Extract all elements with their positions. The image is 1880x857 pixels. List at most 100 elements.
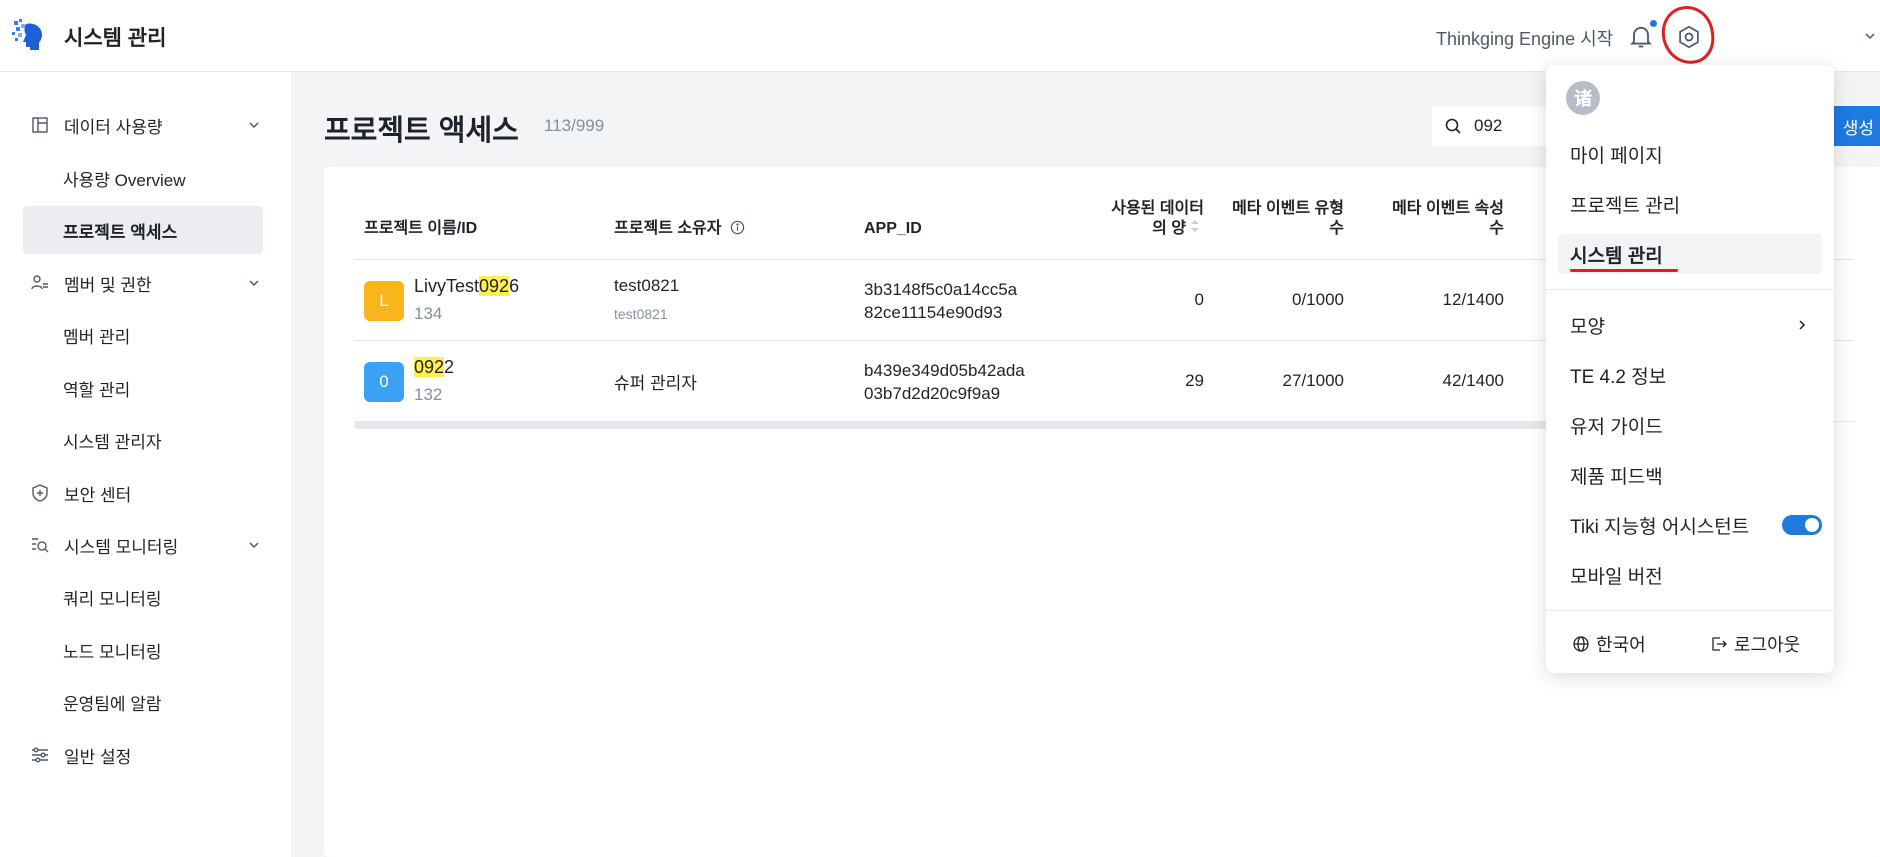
meta-prop-value: 12/1400 [1442, 290, 1504, 309]
notification-dot [1650, 20, 1657, 27]
meta-type-value: 0/1000 [1292, 290, 1344, 309]
menu-divider [1546, 610, 1834, 611]
project-owner: 슈퍼 관리자 [614, 374, 697, 393]
col-meta-type-line1: 메타 이벤트 유형 [1232, 200, 1344, 217]
sidebar-item-system-admin[interactable]: 시스템 관리자 [23, 416, 263, 464]
tiki-toggle[interactable] [1782, 515, 1822, 535]
menu-item-appearance-label: 모양 [1570, 316, 1605, 338]
project-name[interactable]: LivyTest0926 [414, 276, 519, 297]
language-label: 한국어 [1596, 635, 1646, 655]
menu-item-project-mgmt[interactable]: 프로젝트 관리 [1558, 184, 1822, 224]
project-name-prefix: LivyTest [414, 276, 480, 296]
logout-icon [1712, 637, 1727, 651]
project-id: 134 [414, 304, 443, 323]
col-data-used-line2: 의 양 [1152, 220, 1186, 237]
menu-item-system-mgmt[interactable]: 시스템 관리 [1558, 234, 1822, 274]
col-data-used-line1: 사용된 데이터 [1111, 200, 1204, 217]
project-avatar: 0 [364, 362, 404, 402]
chevron-down-icon[interactable] [1864, 30, 1876, 42]
project-owner-sub: test0821 [614, 306, 668, 322]
sidebar-item-member-mgmt[interactable]: 멤버 관리 [23, 311, 263, 359]
project-name[interactable]: 0922 [414, 357, 454, 378]
col-meta-event-type: 메타 이벤트 유형 수 [1214, 199, 1344, 239]
app-id: b439e349d05b42ada 03b7d2d20c9f9a9 [864, 359, 1025, 405]
search-icon [1445, 118, 1461, 134]
app-id-line1: 3b3148f5c0a14cc5a [864, 280, 1018, 299]
col-owner-label: 프로젝트 소유자 [614, 220, 722, 237]
users-icon [31, 275, 48, 290]
logout-label: 로그아웃 [1734, 635, 1801, 655]
col-data-used[interactable]: 사용된 데이터 의 양 [1074, 199, 1204, 239]
sidebar-group-label: 일반 설정 [64, 747, 132, 767]
col-meta-prop-line1: 메타 이벤트 속성 [1392, 200, 1504, 217]
sidebar-item-query-monitoring[interactable]: 쿼리 모니터링 [23, 573, 263, 621]
chevron-right-icon [1799, 320, 1806, 330]
sidebar-item-node-monitoring[interactable]: 노드 모니터링 [23, 626, 263, 674]
sidebar-group-label: 멤버 및 권한 [64, 275, 152, 295]
sliders-icon [32, 747, 48, 763]
sidebar-item-ops-alarm[interactable]: 운영팀에 알람 [23, 678, 263, 726]
meta-prop-value: 42/1400 [1442, 371, 1504, 390]
sidebar-group-label: 보안 센터 [64, 485, 132, 505]
sidebar: 데이터 사용량 사용량 Overview 프로젝트 액세스 멤버 및 권한 멤버… [0, 72, 293, 857]
app-id-line2: 82ce11154e90d93 [864, 303, 1003, 322]
sidebar-group-data-usage[interactable]: 데이터 사용량 [30, 105, 260, 145]
globe-icon [1573, 636, 1589, 652]
search-highlight: 092 [479, 276, 510, 296]
sidebar-group-label: 데이터 사용량 [64, 117, 163, 137]
search-value: 092 [1474, 116, 1503, 135]
project-owner: test0821 [614, 276, 680, 295]
sidebar-group-members[interactable]: 멤버 및 권한 [30, 263, 260, 303]
menu-item-feedback[interactable]: 제품 피드백 [1558, 455, 1822, 495]
col-meta-prop-line2: 수 [1489, 220, 1504, 237]
sort-icon[interactable] [1190, 219, 1200, 233]
col-project-name: 프로젝트 이름/ID [364, 220, 478, 237]
menu-item-appearance[interactable]: 모양 [1558, 305, 1822, 345]
monitor-search-icon [32, 538, 49, 553]
data-used-value: 29 [1185, 371, 1204, 390]
annotation-underline [1570, 269, 1678, 272]
sidebar-item-usage-overview[interactable]: 사용량 Overview [23, 154, 263, 202]
app-id-line1: b439e349d05b42ada [864, 361, 1025, 380]
menu-item-my-page[interactable]: 마이 페이지 [1558, 134, 1822, 174]
sidebar-group-general-settings[interactable]: 일반 설정 [30, 735, 260, 775]
user-dropdown-menu: 诸 마이 페이지 프로젝트 관리 시스템 관리 모양 TE 4.2 정보 유저 … [1546, 65, 1834, 673]
app-id: 3b3148f5c0a14cc5a 82ce11154e90d93 [864, 278, 1017, 324]
language-selector[interactable]: 한국어 [1572, 629, 1646, 659]
project-id: 132 [414, 385, 443, 404]
brain-logo-icon [12, 19, 42, 50]
project-count: 113/999 [544, 116, 605, 135]
menu-item-tiki-assistant[interactable]: Tiki 지능형 어시스턴트 [1558, 505, 1822, 545]
info-icon[interactable] [730, 220, 745, 235]
annotation-circle [1659, 3, 1717, 67]
app-title: 시스템 관리 [64, 27, 167, 50]
col-meta-type-line2: 수 [1329, 220, 1344, 237]
project-name-suffix: 6 [509, 276, 520, 296]
shield-icon [32, 484, 48, 502]
menu-divider [1546, 289, 1834, 290]
sidebar-item-project-access[interactable]: 프로젝트 액세스 [23, 206, 263, 254]
sidebar-group-label: 시스템 모니터링 [64, 537, 179, 557]
menu-item-mobile[interactable]: 모바일 버전 [1558, 555, 1822, 595]
menu-item-user-guide[interactable]: 유저 가이드 [1558, 405, 1822, 445]
col-project-owner: 프로젝트 소유자 [614, 219, 745, 239]
chevron-down-icon [249, 122, 259, 129]
sidebar-item-role-mgmt[interactable]: 역할 관리 [23, 364, 263, 412]
sidebar-group-monitoring[interactable]: 시스템 모니터링 [30, 525, 260, 565]
menu-item-tiki-label: Tiki 지능형 어시스턴트 [1570, 516, 1750, 538]
user-avatar: 诸 [1566, 81, 1600, 115]
sidebar-group-security[interactable]: 보안 센터 [30, 473, 260, 513]
project-avatar: L [364, 281, 404, 321]
col-meta-event-prop: 메타 이벤트 속성 수 [1354, 199, 1504, 239]
project-name-suffix: 2 [444, 357, 455, 377]
horizontal-scrollbar[interactable] [354, 421, 1554, 429]
top-header: 시스템 관리 Thinkging Engine 시작 [0, 0, 1880, 72]
start-engine-link[interactable]: Thinkging Engine 시작 [1436, 25, 1613, 51]
meta-type-value: 27/1000 [1282, 371, 1344, 390]
menu-item-te-info[interactable]: TE 4.2 정보 [1558, 355, 1822, 395]
col-app-id: APP_ID [864, 220, 922, 237]
search-highlight: 092 [414, 357, 445, 377]
table-icon [32, 117, 48, 133]
logout-button[interactable]: 로그아웃 [1710, 629, 1800, 659]
chevron-down-icon [249, 280, 259, 287]
